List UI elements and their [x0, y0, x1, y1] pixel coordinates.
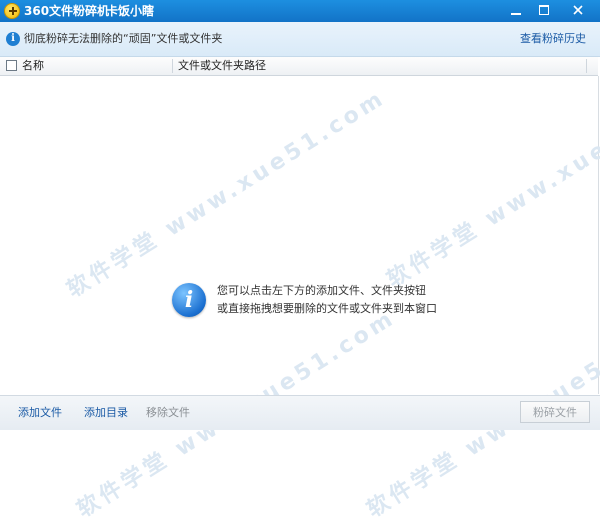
- close-button[interactable]: [558, 0, 598, 20]
- file-shredder-window: 360文件粉碎机 卡饭小瞎 i 彻底粉碎无法删除的“顽固”文件或文件夹 查看粉碎…: [0, 0, 600, 523]
- add-file-button[interactable]: 添加文件: [18, 406, 62, 420]
- column-divider[interactable]: [172, 59, 173, 73]
- remove-file-button[interactable]: 移除文件: [146, 406, 190, 420]
- empty-state-hint: i 您可以点击左下方的添加文件、文件夹按钮 或直接拖拽想要删除的文件或文件夹到本…: [172, 281, 472, 321]
- minimize-button[interactable]: [502, 0, 530, 20]
- app-logo-icon: [4, 3, 20, 19]
- bottom-toolbar: 添加文件 添加目录 移除文件 粉碎文件: [0, 395, 600, 430]
- title-bar[interactable]: 360文件粉碎机 卡饭小瞎: [0, 0, 600, 22]
- info-icon: i: [172, 283, 206, 317]
- shred-files-button[interactable]: 粉碎文件: [520, 401, 590, 423]
- window-title: 360文件粉碎机: [24, 4, 110, 18]
- hint-line: 您可以点击左下方的添加文件、文件夹按钮: [217, 284, 426, 297]
- info-text: 彻底粉碎无法删除的“顽固”文件或文件夹: [24, 32, 223, 45]
- watermark: 软件学堂 www.xue51.com: [382, 75, 600, 293]
- info-bar: i 彻底粉碎无法删除的“顽固”文件或文件夹 查看粉碎历史: [0, 22, 600, 57]
- view-history-link[interactable]: 查看粉碎历史: [520, 32, 586, 46]
- hint-line: 或直接拖拽想要删除的文件或文件夹到本窗口: [217, 302, 437, 315]
- maximize-button[interactable]: [530, 0, 558, 20]
- user-label: 卡饭小瞎: [106, 4, 155, 18]
- column-divider[interactable]: [586, 59, 587, 73]
- close-icon: [573, 5, 583, 15]
- column-header-name[interactable]: 名称: [22, 59, 44, 73]
- info-icon: i: [6, 32, 20, 46]
- table-header: 名称 文件或文件夹路径: [0, 57, 598, 76]
- add-directory-button[interactable]: 添加目录: [84, 406, 128, 420]
- select-all-checkbox[interactable]: [6, 60, 17, 71]
- file-list[interactable]: 软件学堂 www.xue51.com 软件学堂 www.xue51.com 软件…: [0, 75, 600, 523]
- column-header-path[interactable]: 文件或文件夹路径: [178, 59, 266, 73]
- watermark: 软件学堂 www.xue51.com: [62, 85, 391, 303]
